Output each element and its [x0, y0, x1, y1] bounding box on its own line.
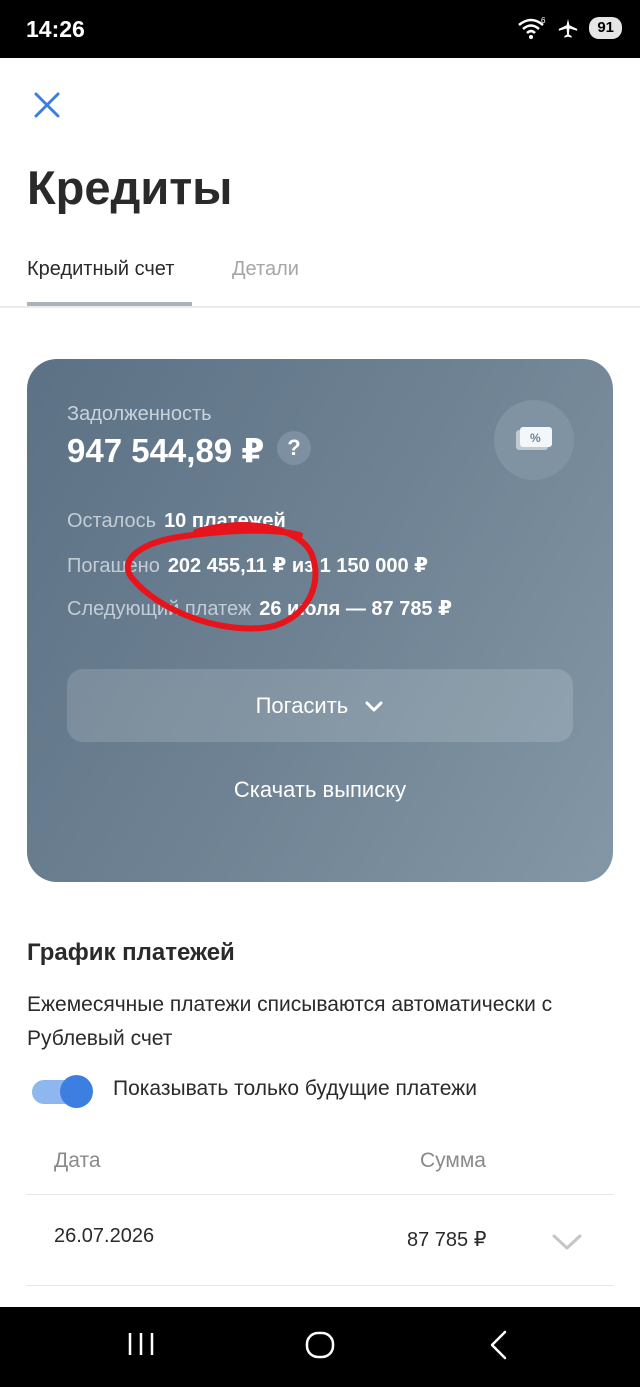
battery-indicator: 91 — [589, 17, 622, 39]
airplane-icon — [559, 18, 578, 38]
repaid-label: Погашено — [67, 555, 160, 577]
tab-credit-account[interactable]: Кредитный счет — [27, 258, 174, 281]
system-navigation-bar — [0, 1307, 640, 1387]
toggle-label: Показывать только будущие платежи — [113, 1077, 477, 1100]
status-bar: 14:26 6 91 — [0, 0, 640, 58]
percent-card-icon: % — [494, 400, 574, 480]
help-button[interactable]: ? — [277, 431, 311, 465]
remaining-label: Осталось — [67, 510, 157, 532]
next-payment-label: Следующий платеж — [67, 598, 252, 620]
status-time: 14:26 — [26, 16, 85, 42]
repay-button-label: Погасить — [255, 693, 349, 718]
wifi-badge: 6 — [541, 16, 546, 25]
next-payment-value: 26 июля — 87 785 ₽ — [259, 598, 453, 620]
debt-amount: 947 544,89 ₽ — [67, 432, 265, 469]
toggle-knob — [60, 1075, 93, 1108]
column-header-sum: Сумма — [420, 1149, 486, 1172]
table-divider — [27, 1194, 613, 1195]
next-payment-row: Следующий платеж 26 июля — 87 785 ₽ — [67, 596, 452, 621]
chevron-down-icon — [365, 701, 383, 712]
home-icon[interactable] — [304, 1329, 336, 1361]
remaining-value: 10 платежей — [164, 510, 286, 532]
tab-details[interactable]: Детали — [232, 258, 299, 281]
close-button[interactable] — [30, 88, 64, 122]
close-icon — [34, 92, 60, 118]
schedule-description: Ежемесячные платежи списываются автомати… — [27, 993, 553, 1050]
payment-amount: 87 785 ₽ — [407, 1229, 487, 1251]
table-divider — [27, 1285, 613, 1286]
credit-summary-card: Задолженность 947 544,89 ₽ ? % Осталось 1… — [27, 359, 613, 882]
table-row[interactable]: 26.07.2026 87 785 ₽ — [27, 1196, 613, 1284]
schedule-title: График платежей — [27, 939, 235, 966]
repaid-value: 202 455,11 ₽ из 1 150 000 ₽ — [167, 555, 429, 577]
chevron-down-icon[interactable] — [551, 1232, 583, 1252]
page-title: Кредиты — [27, 161, 233, 214]
debt-label: Задолженность — [67, 403, 212, 425]
remaining-row: Осталось 10 платежей — [67, 510, 286, 533]
tab-bar: Кредитный счет Детали — [0, 246, 640, 308]
repaid-row: Погашено 202 455,11 ₽ из 1 150 000 ₽ — [67, 553, 428, 578]
download-statement-link[interactable]: Скачать выписку — [27, 777, 613, 803]
status-icons: 6 91 — [517, 16, 622, 40]
wifi-icon: 6 — [518, 16, 546, 39]
recent-apps-icon[interactable] — [126, 1329, 156, 1359]
future-payments-toggle[interactable] — [32, 1074, 94, 1108]
back-icon[interactable] — [486, 1329, 512, 1361]
column-header-date: Дата — [54, 1149, 101, 1172]
active-tab-indicator — [27, 302, 192, 306]
payment-date: 26.07.2026 — [54, 1225, 155, 1247]
svg-text:%: % — [530, 431, 541, 445]
repay-button[interactable]: Погасить — [67, 669, 573, 742]
